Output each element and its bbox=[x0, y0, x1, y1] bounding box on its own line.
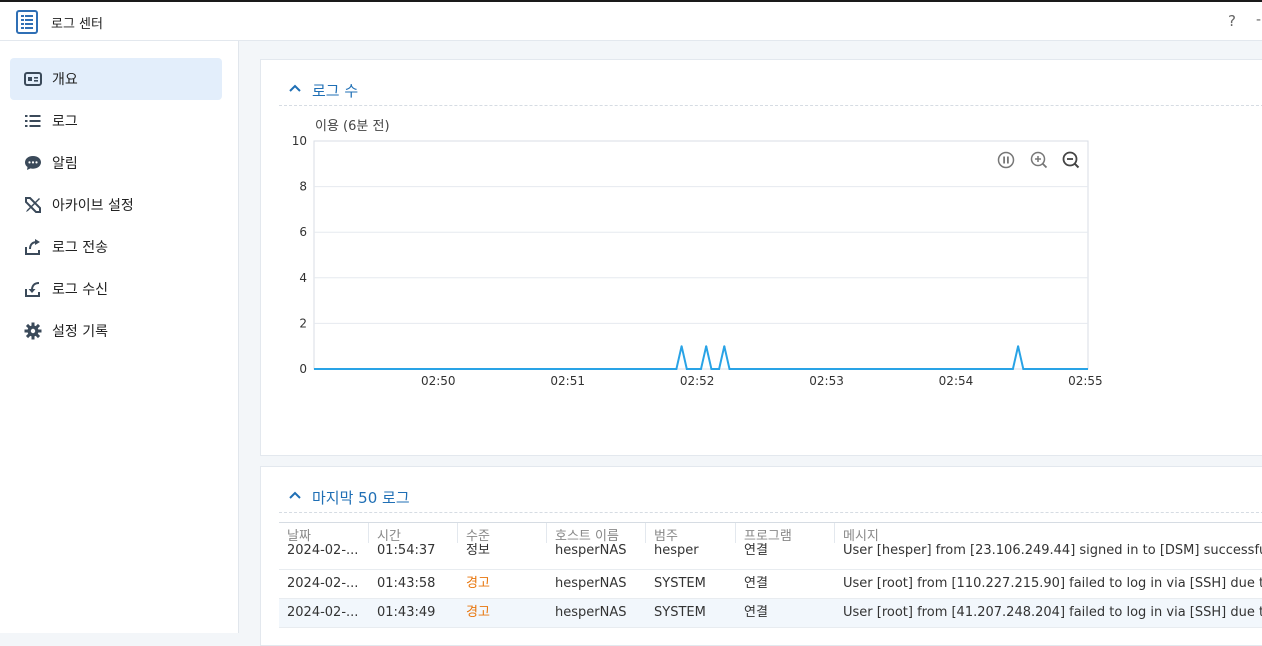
x-tick-label: 02:51 bbox=[550, 374, 585, 388]
sidebar-item-log[interactable]: 로그 bbox=[10, 100, 222, 142]
y-tick-label: 8 bbox=[299, 180, 307, 194]
y-tick-label: 4 bbox=[299, 271, 307, 285]
y-tick-label: 10 bbox=[292, 134, 307, 148]
data-point bbox=[723, 345, 726, 348]
cell-level: 경고 bbox=[466, 576, 490, 591]
cell-category: SYSTEM bbox=[654, 576, 706, 591]
cell-level: 정보 bbox=[466, 543, 490, 558]
sidebar: 개요 로그 알림 아카이브 설정 로그 전송 로그 수신 설정 기록 bbox=[0, 41, 239, 633]
cell-time: 01:43:49 bbox=[377, 605, 436, 620]
sidebar-item-label: 로그 수신 bbox=[52, 282, 108, 298]
window-title: 로그 센터 bbox=[51, 17, 103, 32]
cell-program: 연결 bbox=[744, 576, 768, 591]
y-tick-label: 6 bbox=[299, 225, 307, 239]
last-logs-panel-header[interactable]: 마지막 50 로그 bbox=[279, 482, 1262, 513]
cell-message: User [root] from [41.207.248.204] failed… bbox=[843, 605, 1262, 620]
sidebar-item-settings-history[interactable]: 설정 기록 bbox=[10, 310, 222, 352]
last-logs-panel: 마지막 50 로그 날짜 시간 수준 호스트 이름 범주 프로그램 메시지 20… bbox=[260, 466, 1262, 646]
title-bar: 로그 센터 ? - bbox=[0, 0, 1262, 41]
sidebar-item-label: 개요 bbox=[52, 72, 78, 88]
data-point bbox=[705, 345, 708, 348]
table-row[interactable]: 2024-02-... 01:43:58 경고 hesperNAS SYSTEM… bbox=[279, 570, 1262, 599]
x-tick-label: 02:54 bbox=[939, 374, 974, 388]
cell-level: 경고 bbox=[466, 605, 490, 620]
x-tick-label: 02:53 bbox=[809, 374, 844, 388]
download-icon bbox=[24, 280, 42, 298]
log-count-panel: 로그 수 이용 (6분 전) 10 8 6 4 2 0 02:50 02:51 02:52 02… bbox=[260, 59, 1262, 456]
sidebar-item-label: 로그 bbox=[52, 114, 78, 130]
cell-category: SYSTEM bbox=[654, 605, 706, 620]
cell-date: 2024-02-... bbox=[287, 605, 359, 620]
sidebar-item-label: 아카이브 설정 bbox=[52, 198, 134, 214]
cell-program: 연결 bbox=[744, 605, 768, 620]
table-row[interactable]: 2024-02-... 01:54:37 정보 hesperNAS hesper… bbox=[279, 543, 1262, 570]
cell-host: hesperNAS bbox=[555, 543, 627, 558]
cell-message: User [root] from [110.227.215.90] failed… bbox=[843, 576, 1262, 591]
more-button[interactable]: - bbox=[1256, 12, 1261, 28]
list-icon bbox=[24, 112, 42, 130]
log-center-app-icon bbox=[16, 10, 38, 34]
gear-icon bbox=[24, 322, 42, 340]
cell-date: 2024-02-... bbox=[287, 576, 359, 591]
x-tick-label: 02:55 bbox=[1068, 374, 1103, 388]
y-tick-label: 2 bbox=[299, 316, 307, 330]
cell-category: hesper bbox=[654, 543, 699, 558]
help-button[interactable]: ? bbox=[1228, 12, 1236, 30]
cell-host: hesperNAS bbox=[555, 576, 627, 591]
chevron-up-icon bbox=[289, 491, 301, 499]
sidebar-item-notification[interactable]: 알림 bbox=[10, 142, 222, 184]
cell-message: User [hesper] from [23.106.249.44] signe… bbox=[843, 543, 1262, 558]
cell-time: 01:43:58 bbox=[377, 576, 436, 591]
cell-program: 연결 bbox=[744, 543, 768, 558]
cell-time: 01:54:37 bbox=[377, 543, 436, 558]
sidebar-item-log-receive[interactable]: 로그 수신 bbox=[10, 268, 222, 310]
overview-icon bbox=[24, 70, 42, 88]
tools-icon bbox=[24, 196, 42, 214]
log-count-chart: 10 8 6 4 2 0 02:50 02:51 02:52 02:53 02:54 02:55 bbox=[292, 134, 1103, 388]
data-point bbox=[680, 345, 683, 348]
sidebar-item-label: 설정 기록 bbox=[52, 324, 108, 340]
y-tick-label: 0 bbox=[299, 362, 307, 376]
panel-title: 마지막 50 로그 bbox=[312, 489, 410, 507]
data-point bbox=[1017, 345, 1020, 348]
sidebar-item-label: 로그 전송 bbox=[52, 240, 108, 256]
plot-area bbox=[313, 140, 1089, 370]
table-row[interactable]: 2024-02-... 01:43:49 경고 hesperNAS SYSTEM… bbox=[279, 599, 1262, 628]
sidebar-item-overview[interactable]: 개요 bbox=[10, 58, 222, 100]
cell-host: hesperNAS bbox=[555, 605, 627, 620]
sidebar-item-label: 알림 bbox=[52, 156, 78, 172]
chat-bubble-icon bbox=[24, 154, 42, 172]
upload-icon bbox=[24, 238, 42, 256]
x-tick-label: 02:52 bbox=[680, 374, 715, 388]
x-tick-label: 02:50 bbox=[421, 374, 456, 388]
cell-date: 2024-02-... bbox=[287, 543, 359, 558]
sidebar-item-log-send[interactable]: 로그 전송 bbox=[10, 226, 222, 268]
sidebar-item-archive-settings[interactable]: 아카이브 설정 bbox=[10, 184, 222, 226]
